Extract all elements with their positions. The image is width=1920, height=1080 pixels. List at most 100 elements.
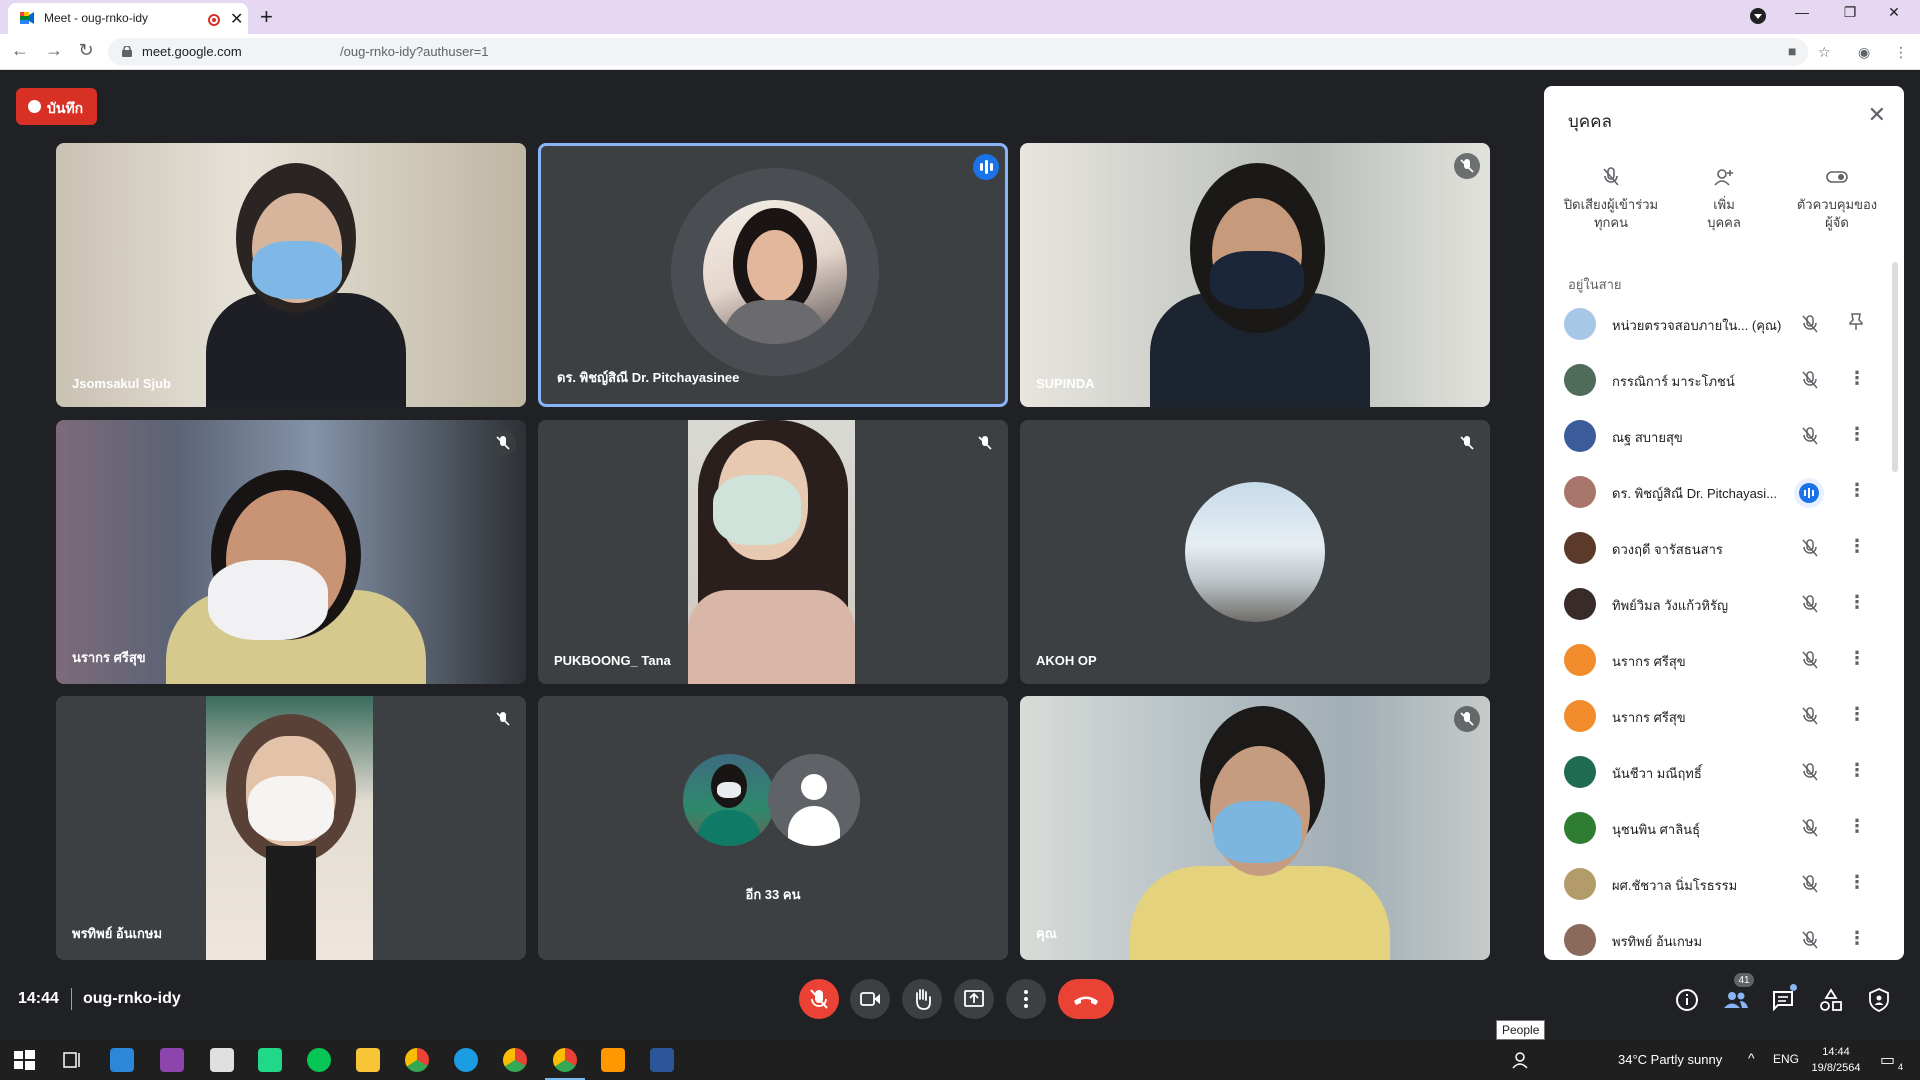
muted-mic-icon[interactable] [1800,650,1820,670]
mute-all-button[interactable]: ปิดเสียงผู้เข้าร่วม ทุกคน [1556,166,1666,232]
video-tile-self[interactable]: คุณ [1020,696,1490,960]
tab-search-icon[interactable] [1750,8,1766,24]
chrome-app-icon[interactable] [405,1048,429,1072]
tab-close-icon[interactable]: ✕ [230,9,243,29]
raise-hand-button[interactable] [902,979,942,1019]
participant-row[interactable]: นุชนพิน ศาลินธุ์ ⋮ [1544,800,1904,856]
back-button[interactable]: ← [8,40,32,61]
muted-mic-icon [490,430,516,456]
mic-toggle-button[interactable] [799,979,839,1019]
muted-mic-icon[interactable] [1800,762,1820,782]
participant-row[interactable]: พรทิพย์ อ้นเกษม ⋮ [1544,912,1904,960]
muted-mic-icon[interactable] [1800,930,1820,950]
line-app-icon[interactable] [307,1048,331,1072]
camera-in-use-icon[interactable]: ■ [1788,43,1796,59]
participant-row[interactable]: นรากร ศรีสุข ⋮ [1544,688,1904,744]
profile-avatar[interactable]: ◉ [1858,44,1870,61]
weather-widget[interactable]: 34°C Partly sunny [1618,1052,1722,1067]
people-button[interactable] [1720,985,1750,1015]
participant-row[interactable]: นันชีวา มณีฤทธิ์ ⋮ [1544,744,1904,800]
task-view-icon[interactable] [60,1048,84,1072]
leave-call-button[interactable] [1058,979,1114,1019]
chrome-active-app-icon[interactable] [545,1048,585,1080]
file-explorer-icon[interactable] [356,1048,380,1072]
more-vert-icon[interactable]: ⋮ [1848,816,1866,837]
muted-mic-icon[interactable] [1800,370,1820,390]
more-participants-tile[interactable]: อีก 33 คน [538,696,1008,960]
forward-button[interactable]: → [42,40,66,61]
tile-name: นรากร ศรีสุข [72,650,146,665]
video-tile[interactable]: PUKBOONG_ Tana [538,420,1008,684]
browser-tab-meet[interactable]: Meet - oug-rnko-idy ✕ [8,3,248,34]
participant-row[interactable]: ดร. พิชญ์สิณี Dr. Pitchayasi... ⋮ [1544,464,1904,520]
pycharm-app-icon[interactable] [258,1048,282,1072]
close-icon[interactable]: ✕ [1868,102,1886,128]
more-vert-icon[interactable]: ⋮ [1848,648,1866,669]
host-controls-toggle[interactable]: ตัวควบคุมของ ผู้จัด [1782,166,1892,232]
system-clock[interactable]: 14:44 19/8/2564 [1808,1044,1864,1076]
notification-icon[interactable]: ▭ [1880,1050,1895,1070]
chevron-up-icon[interactable]: ^ [1748,1050,1755,1066]
more-vert-icon[interactable]: ⋮ [1848,592,1866,613]
video-tile[interactable]: พรทิพย์ อ้นเกษม [56,696,526,960]
participant-row[interactable]: กรรณิการ์ มาระโภชน์ ⋮ [1544,352,1904,408]
minimize-button[interactable]: — [1780,4,1824,20]
more-vert-icon[interactable]: ⋮ [1848,480,1866,501]
people-taskbar-icon[interactable] [1508,1048,1532,1072]
new-tab-button[interactable]: + [260,4,273,30]
notepad-app-icon[interactable] [210,1048,234,1072]
app-icon[interactable] [160,1048,184,1072]
address-bar[interactable]: meet.google.com /oug-rnko-idy?authuser=1… [108,38,1808,66]
host-controls-button[interactable] [1864,985,1894,1015]
muted-mic-icon[interactable] [1800,538,1820,558]
recording-badge[interactable]: บันทึก [16,88,97,125]
muted-mic-icon[interactable] [1800,594,1820,614]
muted-mic-icon[interactable] [1800,818,1820,838]
participant-row[interactable]: ดวงฤดี จารัสธนสาร ⋮ [1544,520,1904,576]
participant-row[interactable]: หน่วยตรวจสอบภายใน... (คุณ) [1544,296,1904,352]
muted-mic-icon[interactable] [1800,874,1820,894]
more-vert-icon[interactable]: ⋮ [1848,368,1866,389]
muted-mic-icon[interactable] [1800,706,1820,726]
add-people-button[interactable]: เพิ่ม บุคคล [1669,166,1779,232]
more-options-button[interactable] [1006,979,1046,1019]
window-close-button[interactable]: ✕ [1872,4,1916,21]
panel-scrollbar[interactable] [1892,262,1898,472]
edge-app-icon[interactable] [454,1048,478,1072]
video-tile[interactable]: SUPINDA [1020,143,1490,407]
more-vert-icon[interactable]: ⋮ [1848,536,1866,557]
avatar [1564,700,1596,732]
face-mask [1210,251,1304,309]
more-vert-icon[interactable]: ⋮ [1848,424,1866,445]
video-tile[interactable]: AKOH OP [1020,420,1490,684]
participant-row[interactable]: ทิพย์วิมล วังแก้วหิรัญ ⋮ [1544,576,1904,632]
video-tile-active-speaker[interactable]: ดร. พิชญ์สิณี Dr. Pitchayasinee [538,143,1008,407]
participant-row[interactable]: ณฐ สบายสุข ⋮ [1544,408,1904,464]
muted-mic-icon[interactable] [1800,426,1820,446]
participant-name: นันชีวา มณีฤทธิ์ [1612,766,1702,781]
chrome-profile-app-icon[interactable] [503,1048,527,1072]
slides-app-icon[interactable] [601,1048,625,1072]
input-language[interactable]: ENG [1773,1052,1799,1066]
participant-row[interactable]: นรากร ศรีสุข ⋮ [1544,632,1904,688]
reload-button[interactable]: ↻ [74,40,98,61]
more-vert-icon[interactable]: ⋮ [1848,760,1866,781]
more-vert-icon[interactable]: ⋮ [1848,872,1866,893]
present-screen-button[interactable] [954,979,994,1019]
more-vert-icon[interactable]: ⋮ [1848,704,1866,725]
windows-start-icon[interactable] [12,1048,36,1072]
camera-toggle-button[interactable] [850,979,890,1019]
store-app-icon[interactable] [110,1048,134,1072]
meeting-details-button[interactable] [1672,985,1702,1015]
bookmark-star-icon[interactable]: ☆ [1818,44,1831,61]
muted-mic-icon[interactable] [1800,314,1820,334]
restore-button[interactable]: ❐ [1828,4,1872,21]
video-tile[interactable]: นรากร ศรีสุข [56,420,526,684]
pin-icon[interactable] [1848,312,1864,337]
browser-menu-icon[interactable]: ⋮ [1894,44,1908,61]
video-tile[interactable]: Jsomsakul Sjub [56,143,526,407]
word-app-icon[interactable] [650,1048,674,1072]
activities-button[interactable] [1816,985,1846,1015]
more-vert-icon[interactable]: ⋮ [1848,928,1866,949]
participant-row[interactable]: ผศ.ชัชวาล นิ่มโรธรรม ⋮ [1544,856,1904,912]
